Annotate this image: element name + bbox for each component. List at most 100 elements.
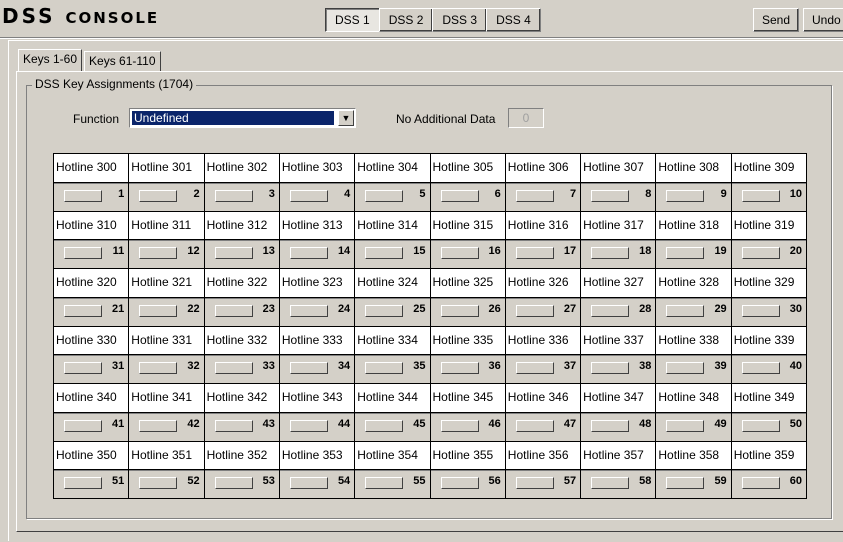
key-label[interactable]: Hotline 319 [731,211,806,240]
key-label[interactable]: Hotline 320 [54,269,129,297]
key-label[interactable]: Hotline 339 [731,326,806,355]
key-button[interactable] [741,477,780,490]
key-label[interactable]: Hotline 327 [581,269,656,297]
key-button[interactable] [515,247,554,260]
key-button[interactable] [591,247,630,260]
key-label[interactable]: Hotline 333 [279,326,355,355]
key-button[interactable] [515,419,554,432]
key-button[interactable] [515,189,554,202]
key-label[interactable]: Hotline 357 [581,441,656,470]
key-label[interactable]: Hotline 338 [656,326,731,355]
key-label[interactable]: Hotline 329 [731,269,806,297]
key-button[interactable] [64,189,102,202]
key-label[interactable]: Hotline 305 [430,154,505,182]
key-button[interactable] [139,362,178,375]
key-label[interactable]: Hotline 306 [505,154,581,182]
key-label[interactable]: Hotline 352 [204,441,279,470]
key-label[interactable]: Hotline 355 [430,441,505,470]
key-label[interactable]: Hotline 309 [731,154,806,182]
key-button[interactable] [666,419,705,432]
dss-tab-4[interactable]: DSS 4 [486,8,541,32]
key-label[interactable]: Hotline 341 [129,384,204,412]
key-button[interactable] [64,419,102,432]
key-button[interactable] [289,304,328,317]
key-label[interactable]: Hotline 316 [505,211,581,240]
key-button[interactable] [214,189,253,202]
key-button[interactable] [515,477,554,490]
key-label[interactable]: Hotline 349 [731,384,806,412]
key-button[interactable] [139,304,178,317]
key-label[interactable]: Hotline 322 [204,269,279,297]
key-button[interactable] [666,362,705,375]
key-label[interactable]: Hotline 300 [54,154,129,182]
key-button[interactable] [139,247,178,260]
key-button[interactable] [64,477,102,490]
key-label[interactable]: Hotline 356 [505,441,581,470]
key-label[interactable]: Hotline 330 [54,326,129,355]
key-label[interactable]: Hotline 313 [279,211,355,240]
key-button[interactable] [365,362,404,375]
key-label[interactable]: Hotline 337 [581,326,656,355]
key-button[interactable] [666,304,705,317]
undo-button[interactable]: Undo [803,8,843,32]
key-button[interactable] [365,419,404,432]
key-label[interactable]: Hotline 347 [581,384,656,412]
key-button[interactable] [214,419,253,432]
key-label[interactable]: Hotline 311 [129,211,204,240]
key-label[interactable]: Hotline 304 [355,154,430,182]
key-button[interactable] [64,247,102,260]
key-label[interactable]: Hotline 351 [129,441,204,470]
key-button[interactable] [591,419,630,432]
key-label[interactable]: Hotline 318 [656,211,731,240]
key-button[interactable] [440,304,479,317]
key-label[interactable]: Hotline 334 [355,326,430,355]
key-label[interactable]: Hotline 310 [54,211,129,240]
key-button[interactable] [289,419,328,432]
key-label[interactable]: Hotline 340 [54,384,129,412]
key-button[interactable] [139,477,178,490]
key-label[interactable]: Hotline 321 [129,269,204,297]
key-button[interactable] [741,247,780,260]
key-label[interactable]: Hotline 348 [656,384,731,412]
chevron-down-icon[interactable]: ▼ [338,110,354,126]
key-button[interactable] [365,247,404,260]
key-label[interactable]: Hotline 326 [505,269,581,297]
key-button[interactable] [591,304,630,317]
key-button[interactable] [365,477,404,490]
key-button[interactable] [365,189,404,202]
dss-tab-1[interactable]: DSS 1 [325,8,380,32]
page-tab-1[interactable]: Keys 1-60 [18,49,83,71]
key-button[interactable] [741,304,780,317]
key-label[interactable]: Hotline 343 [279,384,355,412]
key-button[interactable] [64,362,102,375]
key-button[interactable] [214,247,253,260]
key-label[interactable]: Hotline 307 [581,154,656,182]
key-label[interactable]: Hotline 354 [355,441,430,470]
key-label[interactable]: Hotline 312 [204,211,279,240]
key-button[interactable] [591,189,630,202]
key-button[interactable] [289,477,328,490]
key-button[interactable] [365,304,404,317]
key-button[interactable] [440,362,479,375]
key-button[interactable] [289,189,328,202]
key-label[interactable]: Hotline 336 [505,326,581,355]
key-button[interactable] [440,419,479,432]
key-label[interactable]: Hotline 346 [505,384,581,412]
key-label[interactable]: Hotline 302 [204,154,279,182]
key-label[interactable]: Hotline 342 [204,384,279,412]
key-label[interactable]: Hotline 335 [430,326,505,355]
key-button[interactable] [139,419,178,432]
key-label[interactable]: Hotline 323 [279,269,355,297]
key-label[interactable]: Hotline 328 [656,269,731,297]
key-label[interactable]: Hotline 332 [204,326,279,355]
key-button[interactable] [591,362,630,375]
key-button[interactable] [591,477,630,490]
key-label[interactable]: Hotline 301 [129,154,204,182]
key-label[interactable]: Hotline 345 [430,384,505,412]
key-label[interactable]: Hotline 303 [279,154,355,182]
key-button[interactable] [289,247,328,260]
key-button[interactable] [741,189,780,202]
key-label[interactable]: Hotline 315 [430,211,505,240]
key-button[interactable] [440,477,479,490]
key-label[interactable]: Hotline 359 [731,441,806,470]
